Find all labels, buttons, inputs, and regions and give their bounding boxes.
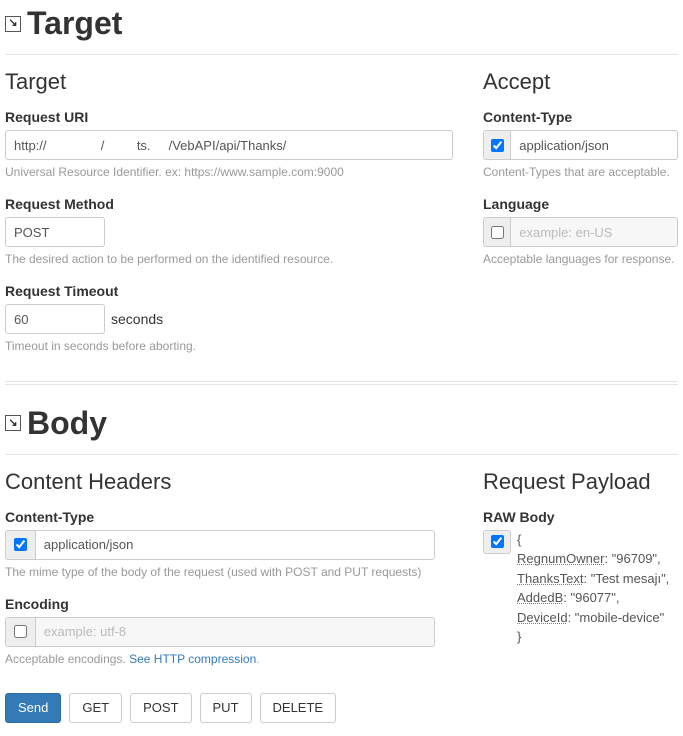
- post-button[interactable]: POST: [130, 693, 191, 723]
- divider: [5, 54, 678, 55]
- target-right-column: Accept Content-Type Content-Types that a…: [483, 69, 678, 371]
- accept-content-type-input[interactable]: [510, 130, 678, 160]
- request-uri-input[interactable]: [5, 130, 453, 160]
- get-button[interactable]: GET: [69, 693, 122, 723]
- encoding-check-addon: [5, 617, 35, 647]
- delete-button[interactable]: DELETE: [260, 693, 337, 723]
- request-timeout-input[interactable]: [5, 304, 105, 334]
- encoding-help-prefix: Acceptable encodings.: [5, 652, 129, 666]
- accept-language-label: Language: [483, 196, 678, 212]
- accept-content-type-checkbox[interactable]: [491, 139, 504, 152]
- body-content-type-input[interactable]: [35, 530, 435, 560]
- encoding-input[interactable]: [35, 617, 435, 647]
- body-section-title: Body: [5, 405, 678, 442]
- divider: [5, 384, 678, 385]
- target-title-text: Target: [27, 5, 122, 42]
- request-method-label: Request Method: [5, 196, 453, 212]
- request-method-input[interactable]: [5, 217, 105, 247]
- accept-language-help: Acceptable languages for response.: [483, 251, 678, 267]
- target-section-title: Target: [5, 5, 678, 42]
- accept-language-input[interactable]: [510, 217, 678, 247]
- raw-body-content[interactable]: {RegnumOwner: "96709",ThanksText: "Test …: [517, 530, 669, 647]
- body-content-type-help: The mime type of the body of the request…: [5, 564, 453, 580]
- put-button[interactable]: PUT: [200, 693, 252, 723]
- accept-content-type-label: Content-Type: [483, 109, 678, 125]
- encoding-checkbox[interactable]: [14, 625, 27, 638]
- accept-language-checkbox[interactable]: [491, 226, 504, 239]
- divider: [5, 454, 678, 455]
- accept-content-type-check-addon: [483, 130, 510, 160]
- request-timeout-help: Timeout in seconds before aborting.: [5, 338, 453, 354]
- request-timeout-label: Request Timeout: [5, 283, 453, 299]
- body-left-column: Content Headers Content-Type The mime ty…: [5, 469, 453, 683]
- request-payload-heading: Request Payload: [483, 469, 678, 495]
- accept-language-check-addon: [483, 217, 510, 247]
- body-content-type-label: Content-Type: [5, 509, 453, 525]
- target-heading: Target: [5, 69, 453, 95]
- encoding-help-period: .: [256, 652, 259, 666]
- raw-body-check-addon: [483, 530, 511, 554]
- request-method-help: The desired action to be performed on th…: [5, 251, 453, 267]
- target-left-column: Target Request URI Universal Resource Id…: [5, 69, 453, 371]
- body-right-column: Request Payload RAW Body {RegnumOwner: "…: [483, 469, 678, 683]
- raw-body-label: RAW Body: [483, 509, 678, 525]
- divider: [5, 381, 678, 382]
- collapse-icon[interactable]: [5, 16, 21, 32]
- raw-body-checkbox[interactable]: [491, 535, 504, 548]
- collapse-icon[interactable]: [5, 415, 21, 431]
- accept-content-type-help: Content-Types that are acceptable.: [483, 164, 678, 180]
- encoding-label: Encoding: [5, 596, 453, 612]
- request-uri-label: Request URI: [5, 109, 453, 125]
- body-title-text: Body: [27, 405, 107, 442]
- content-headers-heading: Content Headers: [5, 469, 453, 495]
- send-button[interactable]: Send: [5, 693, 61, 723]
- body-content-type-check-addon: [5, 530, 35, 560]
- encoding-help: Acceptable encodings. See HTTP compressi…: [5, 651, 453, 667]
- accept-heading: Accept: [483, 69, 678, 95]
- request-uri-help: Universal Resource Identifier. ex: https…: [5, 164, 453, 180]
- http-compression-link[interactable]: See HTTP compression: [129, 652, 256, 666]
- timeout-unit-label: seconds: [111, 311, 163, 327]
- body-content-type-checkbox[interactable]: [14, 538, 27, 551]
